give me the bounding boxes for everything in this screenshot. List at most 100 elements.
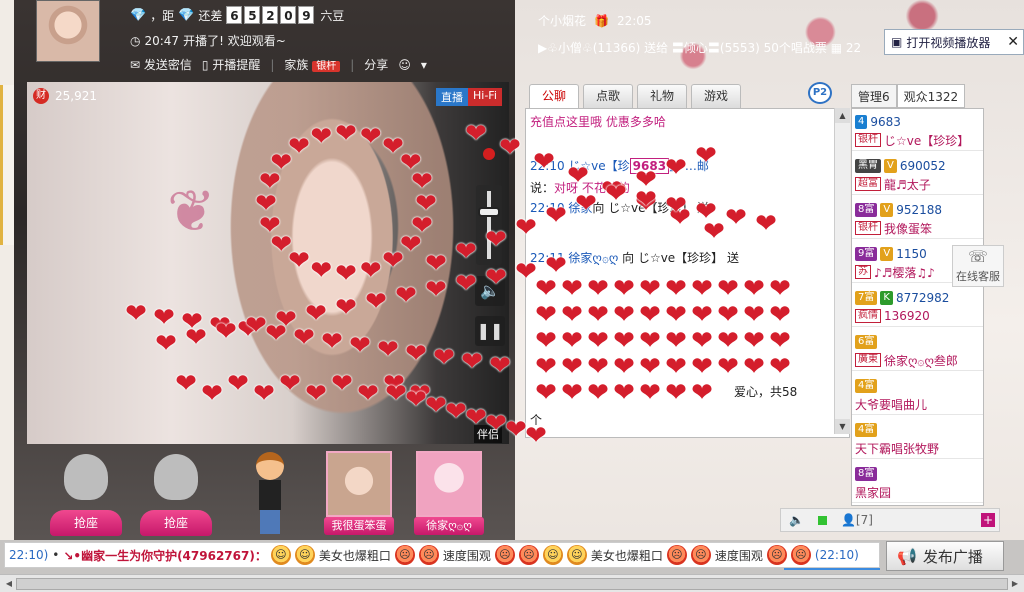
guard-1[interactable]: 我很蛋笨蛋 [324,451,394,535]
tab-song-request[interactable]: 点歌 [583,84,634,108]
guard-2[interactable]: 徐家ღ۞ღ [414,451,484,535]
user-tabs: 管理6 观众1322 [851,84,966,108]
live-quality-tag[interactable]: 直播 Hi-Fi [436,88,502,106]
user-name[interactable]: 大爷要唱曲儿 [855,396,927,413]
chat-line: 22:11 徐家ღ۞ღ 向 じ☆ve【珍珍】 送 [530,251,739,265]
seat-2[interactable]: 抢座 [140,454,212,536]
user-name[interactable]: 我像蛋笨 [884,220,932,237]
level-badge: 7富 [855,291,878,305]
send-message-button[interactable]: ✉ 发送密信 [130,56,192,73]
player-icon: ▣ [891,35,903,49]
video-player[interactable]: ❦ [27,82,509,444]
level-badge: 4富 [855,379,878,393]
emoji-icon[interactable]: ☺ [398,58,411,72]
user-list-item[interactable]: 8富 V 952188 银杆 我像蛋笨 [852,199,983,239]
scroll-right-icon[interactable]: ▶ [1008,577,1022,591]
pip-icon[interactable]: P2 [808,82,832,104]
guard-name: 我很蛋笨蛋 [324,517,394,535]
volume-slider[interactable] [476,185,502,265]
phone-icon: ▯ [201,58,209,72]
chat-line: 22:10 じ☆ve【珍 9683】 …邮 [530,158,709,174]
user-list-item[interactable]: 4富天下霸唱张牧野 [852,419,983,459]
guard-avatar[interactable] [416,451,482,517]
online-indicator [817,515,827,525]
grab-seat-button[interactable]: 抢座 [140,510,212,536]
chat-line: 说：对呀 不花钱的 [530,181,630,195]
level-badge: 4富 [855,423,878,437]
level-badge: 8富 [855,467,878,481]
tab-admins[interactable]: 管理6 [851,84,897,108]
chat-log[interactable]: 充值点这里哦 优惠多多哈 22:10 じ☆ve【珍 9683】 …邮 说：对呀 不… [525,108,850,438]
cartoon-avatar[interactable] [250,452,290,534]
user-list-item[interactable]: 4 9683 银杆 じ☆ve【珍珍】 [852,111,983,151]
vip-badge: V [884,159,897,173]
publish-broadcast-button[interactable]: 📢 发布广播 [886,541,1004,571]
user-list-item[interactable]: 8富黑家园 [852,463,983,503]
broadcast-ticker[interactable]: 22:10) • ↘•幽家一生为你守护(47962767)： ☺ ☺ 美女也爆粗口… [4,542,880,568]
chat-scrollbar[interactable]: ▲ ▼ [834,108,850,434]
user-name[interactable]: 天下霸唱张牧野 [855,440,939,457]
start-reminder-button[interactable]: ▯ 开播提醒 [202,56,260,73]
scroll-left-icon[interactable]: ◀ [2,577,16,591]
angry-emoji-icon: ☹ [394,545,415,565]
broadcast-poster[interactable]: ↘•幽家一生为你守护(47962767)： [63,547,267,564]
tab-games[interactable]: 游戏 [691,84,742,108]
add-icon[interactable]: + [981,513,995,527]
user-number: 952188 [896,203,943,217]
live-label: 直播 [436,88,468,106]
guard-avatar[interactable] [326,451,392,517]
close-icon[interactable]: ✕ [1007,34,1019,50]
user-list[interactable]: 4 9683 银杆 じ☆ve【珍珍】 黑胃 V 690052 超富 龍♬太子 8富 V 952188 银… [851,108,984,506]
user-number: 690052 [899,159,946,173]
online-service-button[interactable]: ☏ 在线客服 [952,245,1004,287]
user-name[interactable]: 龍♬太子 [884,176,931,193]
user-list-item[interactable]: 4富大爷要唱曲儿 [852,375,983,415]
dot-icon: • [52,548,60,562]
scroll-up-icon[interactable]: ▲ [835,108,850,123]
scroll-thumb[interactable] [16,578,1008,590]
user-list-item[interactable]: 6富 廣東 徐家ღ۞ღ叁郎 [852,331,983,371]
family-link[interactable]: 家族 银杆 [284,56,341,73]
host-avatar[interactable] [36,0,100,62]
chevron-down-icon[interactable]: ▾ [421,58,427,72]
record-icon[interactable] [483,148,495,160]
angry-emoji-icon: ☹ [494,545,515,565]
tab-gifts[interactable]: 礼物 [637,84,688,108]
user-list-item[interactable]: 7富 K 8772982 疯情 136920 [852,287,983,327]
user-name[interactable]: ♪♬樱落♫♪ [874,264,935,281]
companion-label[interactable]: 伴侣 [474,425,502,443]
user-number: 9683 [870,115,901,129]
pause-icon[interactable]: ❚❚ [475,316,505,346]
share-button[interactable]: 分享 [364,56,388,73]
angry-emoji-icon: ☹ [666,545,687,565]
speaker-icon[interactable]: 🔈 [475,276,505,306]
streamer-panel: 💎 ，距 💎 还差 65209 六豆 ◷ 20:47 开播了! 欢迎观看~ ✉ … [0,0,524,540]
person-icon: 👤 [840,513,856,527]
empty-seat-silhouette [154,454,198,500]
user-name[interactable]: じ☆ve【珍珍】 [884,132,969,149]
hifi-label[interactable]: Hi-Fi [468,88,502,106]
user-name[interactable]: 徐家ღ۞ღ叁郎 [884,352,958,369]
chat-line: 22:10 徐家向 じ☆ve【珍珍】 送 [530,201,710,215]
level-badge: 黑胃 [855,159,881,173]
user-name[interactable]: 黑家园 [855,484,891,501]
horizontal-scrollbar[interactable]: ◀ ▶ [0,574,1024,592]
speaker-icon[interactable]: 🔈 [789,513,804,527]
seat-1[interactable]: 抢座 [50,454,122,536]
tab-audience[interactable]: 观众1322 [896,84,966,108]
user-list-item[interactable]: 黑胃 V 690052 超富 龍♬太子 [852,155,983,195]
scroll-down-icon[interactable]: ▼ [835,419,850,434]
ticker-progress [784,568,880,570]
user-name[interactable]: 136920 [884,309,930,323]
people-count[interactable]: 👤[7] [841,513,873,527]
clock-icon: ◷ [130,33,141,48]
host-progress-row: 💎 ，距 💎 还差 65209 六豆 [130,6,345,24]
open-player-popup[interactable]: ▣ 打开视频播放器 ✕ [884,29,1024,55]
volume-thumb[interactable] [478,207,500,217]
user-tag: 银杆 [855,221,881,235]
wealth-icon: 财 [33,88,49,104]
level-badge: 4 [855,115,868,129]
tab-public-chat[interactable]: 公聊 [529,84,580,108]
grab-seat-button[interactable]: 抢座 [50,510,122,536]
user-tag: 超富 [855,177,881,191]
